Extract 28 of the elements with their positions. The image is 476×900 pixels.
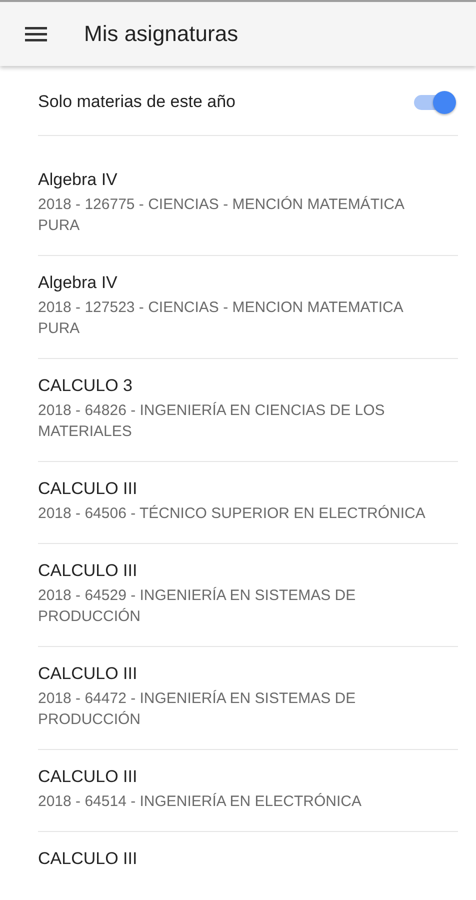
subject-list-item[interactable]: CALCULO III 2018 - 64514 - INGENIERÍA EN ELECTRÓNICA bbox=[38, 750, 458, 832]
subject-title: CALCULO III bbox=[38, 849, 138, 869]
subject-details: 2018 - 126775 - CIENCIAS - MENCIÓN MATEMÁTICA PURA bbox=[38, 195, 406, 236]
filter-label: Solo materias de este año bbox=[38, 92, 236, 112]
year-filter-switch[interactable] bbox=[412, 88, 456, 114]
subject-title: CALCULO III bbox=[38, 561, 138, 581]
subject-details: 2018 - 127523 - CIENCIAS - MENCION MATEMATICA PURA bbox=[38, 298, 404, 339]
subject-title: CALCULO 3 bbox=[38, 376, 134, 396]
subject-title: CALCULO III bbox=[38, 767, 138, 787]
subject-title: CALCULO III bbox=[38, 479, 138, 499]
subject-details: 2018 - 64514 - INGENIERÍA EN ELECTRÓNICA bbox=[38, 792, 362, 812]
menu-button[interactable] bbox=[24, 24, 50, 44]
subject-title: Algebra IV bbox=[38, 170, 118, 190]
subject-title: Algebra IV bbox=[38, 273, 118, 293]
subject-list-item[interactable]: CALCULO III 2018 - 64472 - INGENIERÍA EN SISTEMAS DE PRODUCCIÓN bbox=[38, 647, 458, 750]
page-title: Mis asignaturas bbox=[84, 21, 238, 47]
subject-list-item[interactable]: CALCULO III bbox=[38, 832, 458, 869]
subject-details: 2018 - 64472 - INGENIERÍA EN SISTEMAS DE PRODUCCIÓN bbox=[38, 689, 357, 730]
subject-list-item[interactable]: CALCULO 3 2018 - 64826 - INGENIERÍA EN CIENCIAS DE LOS MATERIALES bbox=[38, 359, 458, 462]
menu-icon bbox=[24, 24, 50, 44]
subject-list-item[interactable]: Algebra IV 2018 - 126775 - CIENCIAS - MENCIÓN MATEMÁTICA PURA bbox=[38, 153, 458, 256]
subject-list-item[interactable]: CALCULO III 2018 - 64529 - INGENIERÍA EN SISTEMAS DE PRODUCCIÓN bbox=[38, 544, 458, 647]
subject-list-item[interactable]: CALCULO III 2018 - 64506 - TÉCNICO SUPERIOR EN ELECTRÓNICA bbox=[38, 462, 458, 544]
subject-title: CALCULO III bbox=[38, 664, 138, 684]
subject-list-item[interactable]: Algebra IV 2018 - 127523 - CIENCIAS - MENCION MATEMATICA PURA bbox=[38, 256, 458, 359]
subject-details: 2018 - 64826 - INGENIERÍA EN CIENCIAS DE LOS MATERIALES bbox=[38, 401, 386, 442]
subject-details: 2018 - 64506 - TÉCNICO SUPERIOR EN ELECTRÓNICA bbox=[38, 504, 426, 524]
subject-details: 2018 - 64529 - INGENIERÍA EN SISTEMAS DE PRODUCCIÓN bbox=[38, 586, 357, 627]
